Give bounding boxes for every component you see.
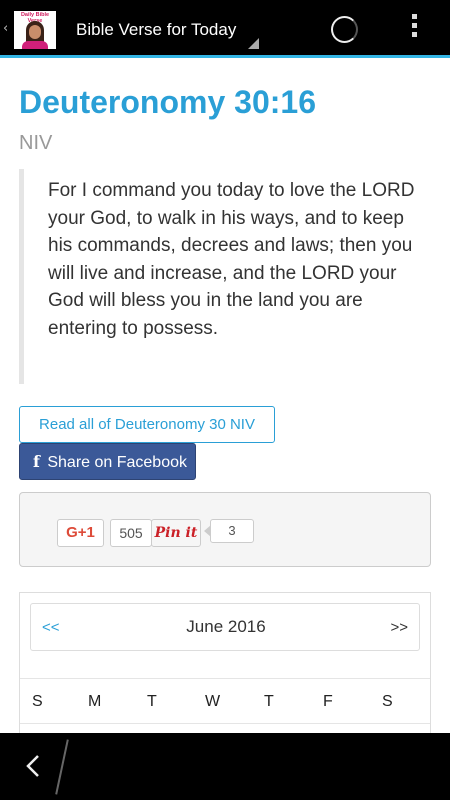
- back-arrow-icon[interactable]: [26, 754, 40, 778]
- weekday-saturday: S: [382, 693, 393, 710]
- overflow-menu-icon[interactable]: [410, 14, 418, 44]
- calendar-header: << June 2016 >>: [30, 603, 420, 651]
- action-bar: ‹ Daily Bible Verse Bible Verse for Toda…: [0, 0, 450, 58]
- weekday-wednesday: W: [205, 693, 221, 710]
- calendar-next-month-button[interactable]: >>: [390, 619, 408, 636]
- weekday-friday: F: [323, 693, 333, 710]
- up-caret-icon[interactable]: ‹: [3, 21, 8, 36]
- verse-text: For I command you today to love the LORD…: [19, 169, 431, 384]
- social-share-panel: G+1 505 Pin it 3: [19, 492, 431, 567]
- google-plus-one-button[interactable]: G+1: [57, 519, 104, 547]
- weekday-tuesday: T: [147, 693, 157, 710]
- calendar-month-label: June 2016: [186, 617, 266, 636]
- spinner-icon: [331, 16, 358, 43]
- spinner-dropdown-indicator-icon: [248, 38, 259, 49]
- system-nav-bar: [0, 733, 450, 800]
- calendar-weekday-row: S M T W T F S: [20, 693, 430, 713]
- weekday-monday: M: [88, 693, 102, 710]
- facebook-icon: f: [33, 452, 40, 471]
- calendar-divider: [20, 723, 430, 724]
- nav-divider: [55, 739, 69, 795]
- google-plus-count: 505: [110, 519, 152, 547]
- pinterest-pin-button[interactable]: Pin it: [151, 519, 201, 547]
- read-all-chapter-button[interactable]: Read all of Deuteronomy 30 NIV: [19, 406, 275, 443]
- verse-version: NIV: [19, 132, 53, 154]
- calendar-divider: [20, 678, 430, 679]
- app-logo[interactable]: Daily Bible Verse: [14, 11, 56, 49]
- pinterest-count: 3: [210, 519, 254, 543]
- logo-face: [29, 25, 41, 39]
- verse-reference: Deuteronomy 30:16: [19, 84, 316, 120]
- calendar: << June 2016 >> S M T W T F S: [19, 592, 431, 733]
- weekday-sunday: S: [32, 693, 43, 710]
- main-content[interactable]: Deuteronomy 30:16 NIV For I command you …: [0, 58, 450, 733]
- share-facebook-label: Share on Facebook: [47, 454, 187, 471]
- share-facebook-button[interactable]: f Share on Facebook: [19, 443, 196, 480]
- app-title[interactable]: Bible Verse for Today: [76, 20, 236, 40]
- logo-shirt: [22, 41, 48, 49]
- weekday-thursday: T: [264, 693, 274, 710]
